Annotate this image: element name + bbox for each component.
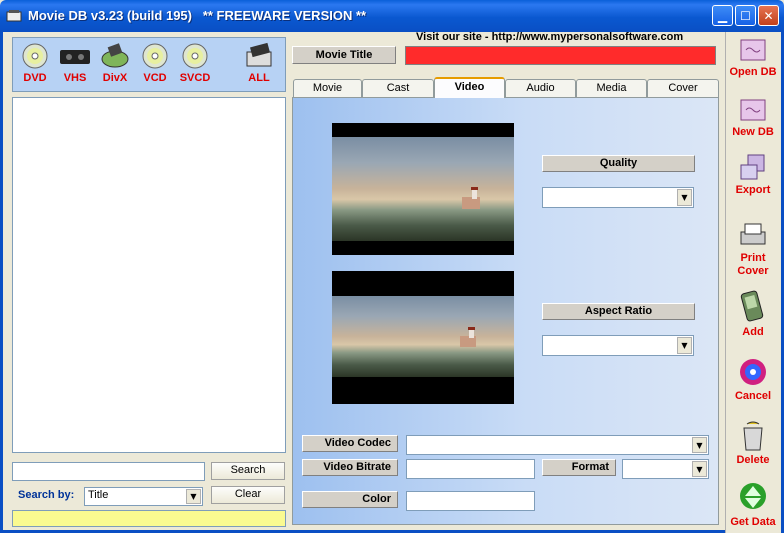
delete-icon [743, 421, 763, 451]
vhs-tape-icon [60, 50, 90, 64]
chevron-down-icon: ▼ [692, 461, 707, 477]
format-select[interactable]: ▼ [622, 459, 709, 479]
lighthouse-image [462, 187, 480, 209]
quality-select[interactable]: ▼ [542, 187, 694, 208]
media-svcd-button[interactable]: SVCD [175, 42, 215, 84]
close-button[interactable]: ✕ [758, 5, 779, 26]
aspect-ratio-label: Aspect Ratio [542, 303, 695, 320]
media-label-divx: DivX [102, 72, 128, 84]
media-label-vhs: VHS [63, 72, 87, 84]
media-label-svcd: SVCD [179, 72, 211, 84]
all-media-icon [246, 42, 272, 67]
title-bar[interactable]: Movie DB v3.23 (build 195) ** FREEWARE V… [0, 0, 784, 32]
aspect-ratio-preview-image [332, 271, 514, 404]
open-db-button[interactable]: Open DB [726, 34, 780, 79]
new-db-button[interactable]: New DB [726, 94, 780, 139]
tab-media[interactable]: Media [576, 79, 647, 97]
cancel-button[interactable]: Cancel [726, 356, 780, 403]
chevron-down-icon: ▼ [692, 437, 707, 453]
video-codec-label: Video Codec [302, 435, 398, 452]
quality-label: Quality [542, 155, 695, 172]
visit-site-link[interactable]: Visit our site - http://www.mypersonalso… [416, 31, 683, 43]
new-db-label: New DB [732, 126, 774, 138]
maximize-button[interactable]: ☐ [735, 5, 756, 26]
right-toolbar: Open DB New DB Export Print Cover Add Ca… [725, 32, 781, 533]
tab-audio[interactable]: Audio [505, 79, 576, 97]
chevron-down-icon: ▼ [677, 189, 692, 206]
status-bar [12, 510, 286, 527]
media-type-bar: DVD VHS DivX VCD SVCD ALL [12, 37, 286, 92]
format-label: Format [542, 459, 616, 476]
add-label: Add [742, 326, 764, 338]
tab-cast[interactable]: Cast [362, 79, 434, 97]
print-cover-label: Print Cover [737, 252, 769, 277]
movie-title-label: Movie Title [292, 46, 396, 64]
search-by-label: Search by: [18, 489, 75, 501]
export-icon [740, 154, 765, 180]
media-divx-button[interactable]: DivX [95, 42, 135, 84]
search-by-value: Title [88, 489, 109, 501]
chevron-down-icon: ▼ [186, 489, 201, 504]
delete-button[interactable]: Delete [726, 420, 780, 467]
quality-preview-image [332, 123, 514, 255]
media-label-all: ALL [248, 72, 270, 84]
media-vcd-button[interactable]: VCD [135, 42, 175, 84]
get-data-icon [740, 483, 766, 509]
dvd-disc-icon [22, 43, 48, 69]
divx-disc-icon [101, 43, 129, 68]
search-by-select[interactable]: Title ▼ [84, 487, 203, 506]
search-input[interactable] [12, 462, 205, 481]
search-button[interactable]: Search [211, 462, 285, 480]
maximize-icon: ☐ [740, 8, 751, 23]
open-db-label: Open DB [729, 66, 777, 78]
media-vhs-button[interactable]: VHS [55, 42, 95, 84]
clear-button[interactable]: Clear [211, 486, 285, 504]
video-codec-select[interactable]: ▼ [406, 435, 709, 455]
video-bitrate-field[interactable] [406, 459, 535, 479]
export-label: Export [735, 184, 771, 196]
vcd-disc-icon [142, 43, 168, 69]
chevron-down-icon: ▼ [677, 337, 692, 354]
minimize-button[interactable]: ▁ [712, 5, 733, 26]
tab-video[interactable]: Video [434, 77, 505, 98]
close-icon: ✕ [763, 8, 774, 23]
new-db-icon [740, 99, 766, 121]
tab-movie[interactable]: Movie [293, 79, 362, 97]
lighthouse-image [460, 327, 476, 347]
cancel-icon [740, 359, 766, 385]
delete-label: Delete [736, 454, 770, 466]
add-icon [740, 290, 764, 322]
print-cover-icon [740, 223, 766, 245]
minimize-icon: ▁ [717, 8, 728, 23]
color-field[interactable] [406, 491, 535, 511]
get-data-label: Get Data [730, 516, 776, 528]
video-bitrate-label: Video Bitrate [302, 459, 398, 476]
print-cover-button[interactable]: Print Cover [726, 222, 780, 278]
movie-title-field[interactable] [405, 46, 716, 65]
svcd-disc-icon [182, 43, 208, 69]
aspect-ratio-select[interactable]: ▼ [542, 335, 694, 356]
app-icon [6, 10, 22, 22]
window-title: Movie DB v3.23 (build 195) ** FREEWARE V… [28, 8, 367, 23]
get-data-button[interactable]: Get Data [726, 480, 780, 529]
media-dvd-button[interactable]: DVD [15, 42, 55, 84]
add-button[interactable]: Add [726, 290, 780, 339]
media-label-dvd: DVD [23, 72, 47, 84]
media-all-button[interactable]: ALL [239, 42, 279, 84]
tab-cover[interactable]: Cover [647, 79, 719, 97]
cancel-label: Cancel [734, 390, 772, 402]
color-label: Color [302, 491, 398, 508]
open-db-icon [740, 39, 766, 61]
media-label-vcd: VCD [143, 72, 167, 84]
export-button[interactable]: Export [726, 152, 780, 197]
movie-list[interactable] [12, 97, 286, 453]
